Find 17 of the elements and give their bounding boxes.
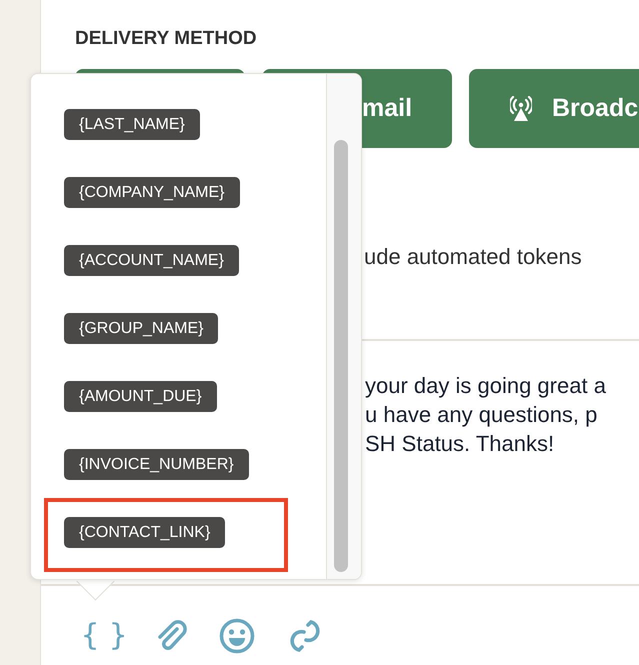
delivery-button[interactable]: Broadc: [469, 69, 639, 148]
token-chip[interactable]: {ACCOUNT_NAME}: [64, 244, 239, 276]
smiley-icon[interactable]: [219, 618, 256, 654]
section-title: DELIVERY METHOD: [75, 28, 258, 50]
paperclip-icon[interactable]: [155, 619, 188, 653]
token-chip[interactable]: {LAST_NAME}: [64, 108, 200, 140]
scrollbar-thumb[interactable]: [334, 140, 348, 572]
message-line: SH Status. Thanks!: [365, 430, 554, 458]
token-chip[interactable]: {INVOICE_NUMBER}: [64, 449, 249, 480]
token-chip[interactable]: {GROUP_NAME}: [64, 312, 218, 344]
token-chip[interactable]: {CONTACT_LINK}: [64, 517, 226, 548]
antenna-icon: [510, 96, 532, 122]
hint-text: ude automated tokens: [364, 243, 583, 271]
message-line: u have any questions, p: [365, 401, 598, 429]
message-line: your day is going great a: [365, 372, 606, 400]
token-chip[interactable]: {AMOUNT_DUE}: [64, 381, 217, 412]
token-chip[interactable]: {COMPANY_NAME}: [64, 176, 240, 208]
